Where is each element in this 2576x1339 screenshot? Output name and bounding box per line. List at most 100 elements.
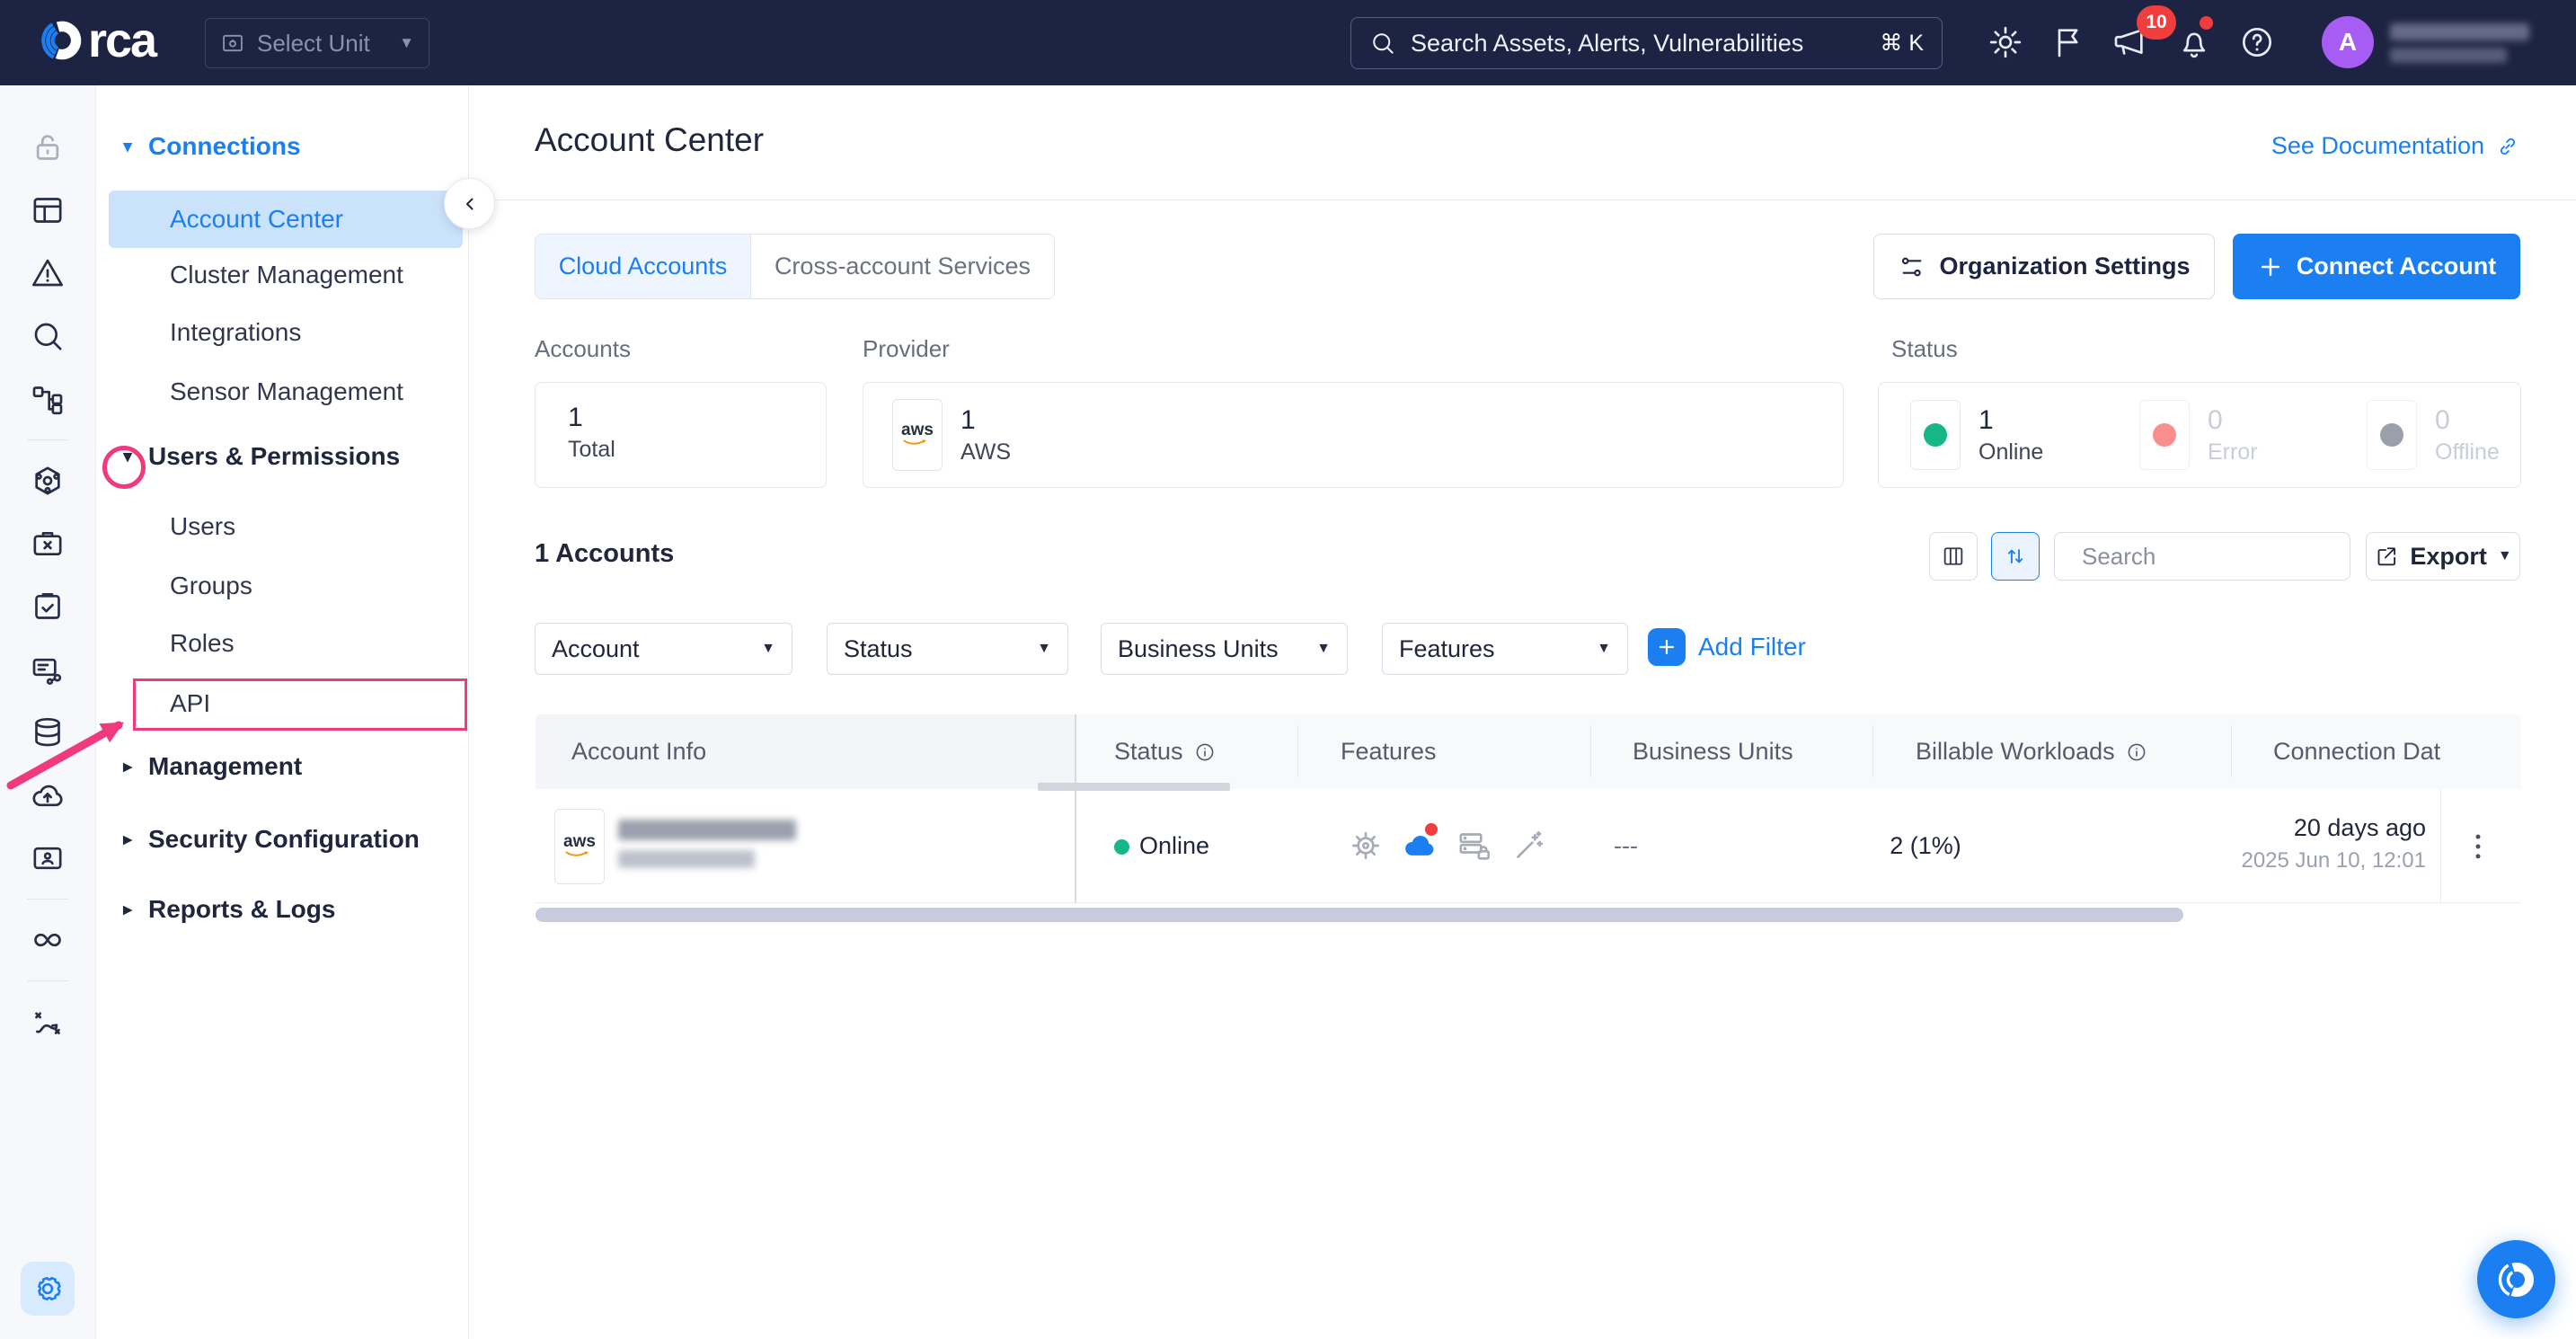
horizontal-scrollbar[interactable]	[536, 908, 2183, 922]
sidenav-item-api[interactable]: API	[109, 675, 463, 732]
col-features[interactable]: Features	[1341, 738, 1437, 766]
rail-query-button[interactable]	[30, 652, 66, 687]
sidenav-item-account-center[interactable]: Account Center	[109, 191, 463, 248]
rail-compliance-button[interactable]	[30, 589, 66, 625]
rail-integration-hub-button[interactable]	[30, 463, 66, 499]
user-avatar[interactable]: A	[2322, 16, 2374, 68]
unit-icon	[220, 31, 245, 56]
rail-dashboard-button[interactable]	[30, 192, 66, 228]
accounts-stat-label: Accounts	[535, 335, 631, 363]
row-online-dot	[1114, 839, 1129, 855]
account-table-row[interactable]: aws Online	[536, 789, 2521, 903]
rail-vendor-risk-button[interactable]	[30, 526, 66, 562]
sidenav-item-cluster-management[interactable]: Cluster Management	[109, 246, 463, 304]
table-search[interactable]	[2054, 532, 2350, 581]
sidenav-section-management[interactable]: ▸ Management	[118, 752, 302, 781]
settings-sidenav: ▾ Connections Account Center Cluster Man…	[96, 85, 469, 1339]
status-card: 1 Online 0 Error 0 Offline	[1878, 382, 2521, 488]
assistant-fab-button[interactable]	[2477, 1240, 2555, 1318]
rail-alerts-button[interactable]	[30, 255, 66, 291]
export-button[interactable]: Export ▼	[2366, 532, 2520, 581]
whats-new-button[interactable]	[2050, 24, 2086, 60]
caret-right-icon: ▸	[118, 900, 137, 920]
table-search-input[interactable]	[2080, 542, 2385, 572]
organization-settings-button[interactable]: Organization Settings	[1873, 234, 2215, 299]
row-kebab-menu[interactable]	[2460, 829, 2496, 865]
sidenav-section-reports-logs[interactable]: ▸ Reports & Logs	[118, 895, 335, 924]
rail-attack-path-button[interactable]	[30, 1004, 66, 1040]
aws-smile-icon	[902, 439, 933, 448]
rail-lock-button[interactable]	[30, 129, 66, 165]
rail-cloud-upload-button[interactable]	[30, 777, 66, 813]
help-button[interactable]	[2239, 24, 2275, 60]
attack-path-icon	[30, 1004, 66, 1040]
header-separator	[1872, 725, 1873, 777]
item-label: Cluster Management	[170, 261, 403, 289]
orca-logo-text: rca	[88, 17, 155, 64]
theme-toggle-button[interactable]	[1987, 24, 2023, 60]
global-search-input[interactable]	[1409, 29, 1867, 58]
filter-status[interactable]: Status ▼	[827, 623, 1068, 675]
sidenav-item-groups[interactable]: Groups	[109, 557, 463, 615]
notifications-button[interactable]	[2176, 24, 2212, 60]
item-label: Sensor Management	[170, 377, 403, 406]
server-lock-icon[interactable]	[1456, 828, 1492, 864]
sort-button[interactable]	[1991, 532, 2040, 581]
rail-sonar-button[interactable]	[30, 922, 66, 958]
sidenav-section-security-configuration[interactable]: ▸ Security Configuration	[118, 825, 420, 854]
global-search[interactable]: ⌘ K	[1350, 17, 1943, 69]
sidenav-collapse-button[interactable]	[444, 178, 495, 229]
col-status[interactable]: Status	[1114, 738, 1216, 766]
tab-cross-account-services[interactable]: Cross-account Services	[751, 235, 1054, 298]
row-actions-separator	[2440, 789, 2441, 902]
rail-divider	[27, 439, 68, 440]
rail-discovery-button[interactable]	[30, 318, 66, 354]
section-label: Security Configuration	[148, 825, 420, 854]
main-content: Account Center See Documentation Cloud A…	[469, 85, 2576, 1339]
account-id-redacted	[618, 850, 755, 868]
rail-inventory-button[interactable]	[30, 381, 66, 417]
col-billable-workloads[interactable]: Billable Workloads	[1916, 738, 2147, 766]
rail-identity-button[interactable]	[30, 840, 66, 876]
columns-button[interactable]	[1929, 532, 1978, 581]
item-label: API	[170, 689, 210, 718]
rail-divider	[27, 980, 68, 981]
filter-features[interactable]: Features ▼	[1382, 623, 1628, 675]
kubernetes-helm-icon[interactable]	[1348, 828, 1384, 864]
header-separator	[2231, 725, 2232, 777]
sidenav-item-sensor-management[interactable]: Sensor Management	[109, 363, 463, 421]
flag-icon	[2050, 24, 2086, 60]
col-account-info[interactable]: Account Info	[571, 738, 706, 766]
rail-settings-button[interactable]	[21, 1262, 75, 1316]
select-unit-label: Select Unit	[257, 30, 370, 58]
col-label: Features	[1341, 738, 1437, 766]
sidenav-item-users[interactable]: Users	[109, 498, 463, 555]
row-aws-logo: aws	[554, 809, 605, 884]
sidenav-item-integrations[interactable]: Integrations	[109, 304, 463, 361]
section-label: Reports & Logs	[148, 895, 335, 924]
rail-data-security-button[interactable]	[30, 714, 66, 750]
user-org-redacted	[2390, 48, 2507, 63]
avatar-initial: A	[2339, 28, 2357, 57]
lock-icon	[30, 129, 66, 165]
sidenav-item-roles[interactable]: Roles	[109, 615, 463, 672]
orca-account-center-screen: rca Select Unit ▼ ⌘ K	[0, 0, 2576, 1339]
select-unit-dropdown[interactable]: Select Unit ▼	[205, 18, 429, 68]
offline-label: Offline	[2435, 439, 2500, 466]
filter-account[interactable]: Account ▼	[535, 623, 792, 675]
sidenav-section-connections[interactable]: ▾ Connections	[118, 132, 301, 161]
orca-logo[interactable]: rca	[38, 16, 155, 65]
filter-business-units[interactable]: Business Units ▼	[1101, 623, 1348, 675]
tab-cloud-accounts[interactable]: Cloud Accounts	[536, 235, 751, 298]
page-title: Account Center	[535, 121, 764, 159]
account-name-redacted	[618, 820, 796, 840]
col-business-units[interactable]: Business Units	[1633, 738, 1793, 766]
wand-icon[interactable]	[1511, 828, 1547, 864]
see-documentation-link[interactable]: See Documentation	[2271, 132, 2520, 160]
connect-account-button[interactable]: Connect Account	[2233, 234, 2520, 299]
filter-label: Business Units	[1118, 635, 1279, 663]
link-icon	[2495, 134, 2520, 159]
add-filter-button[interactable]: Add Filter	[1648, 628, 1806, 666]
col-connection-date[interactable]: Connection Dat	[2273, 738, 2440, 766]
sidenav-section-users-permissions[interactable]: ▾ Users & Permissions	[118, 442, 400, 471]
